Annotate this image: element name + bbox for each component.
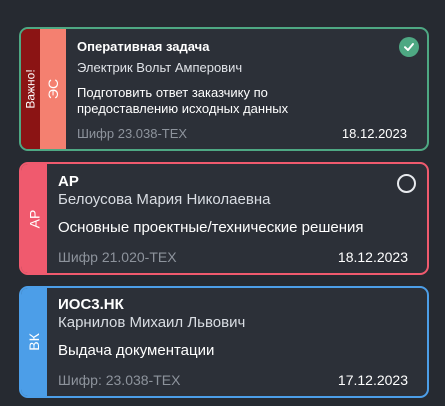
section-strip: ВК	[21, 288, 47, 396]
task-card[interactable]: ВК ИОС3.НК Карнилов Михаил Львович Выдач…	[19, 286, 429, 398]
task-content: Оперативная задача Электрик Вольт Амперо…	[66, 29, 427, 149]
task-content: ИОС3.НК Карнилов Михаил Львович Выдача д…	[47, 288, 427, 396]
section-label: АР	[26, 209, 42, 228]
checkmark-icon	[404, 43, 414, 51]
task-description: Подготовить ответ заказчику по предостав…	[77, 85, 289, 116]
task-description: Выдача документации	[58, 342, 215, 359]
task-date: 17.12.2023	[337, 372, 408, 388]
task-title: АР	[58, 173, 79, 190]
task-code: Шифр: 23.038-ТЕХ	[58, 372, 181, 388]
task-card[interactable]: Важно! ЭС Оперативная задача Электрик Во…	[19, 27, 429, 151]
task-person: Электрик Вольт Амперович	[77, 60, 243, 75]
task-person: Карнилов Михаил Львович	[58, 314, 246, 331]
section-strip: АР	[21, 164, 47, 273]
section-label: ЭС	[45, 78, 61, 100]
section-label: ВК	[26, 333, 42, 351]
task-title: ИОС3.НК	[58, 296, 124, 313]
task-card[interactable]: АР АР Белоусова Мария Николаевна Основны…	[19, 162, 429, 275]
task-title: Оперативная задача	[77, 39, 210, 54]
task-description: Основные проектные/технические решения	[58, 219, 364, 236]
important-label: Важно!	[23, 69, 38, 109]
important-strip: Важно!	[21, 29, 40, 149]
section-strip: ЭС	[40, 29, 66, 149]
check-circle-icon[interactable]	[399, 37, 419, 57]
empty-circle-icon[interactable]	[397, 174, 416, 193]
task-date: 18.12.2023	[341, 126, 407, 141]
task-date: 18.12.2023	[337, 249, 408, 265]
task-code: Шифр 21.020-ТЕХ	[58, 249, 177, 265]
task-person: Белоусова Мария Николаевна	[58, 191, 271, 208]
task-code: Шифр 23.038-ТЕХ	[77, 126, 188, 141]
task-content: АР Белоусова Мария Николаевна Основные п…	[47, 164, 427, 273]
